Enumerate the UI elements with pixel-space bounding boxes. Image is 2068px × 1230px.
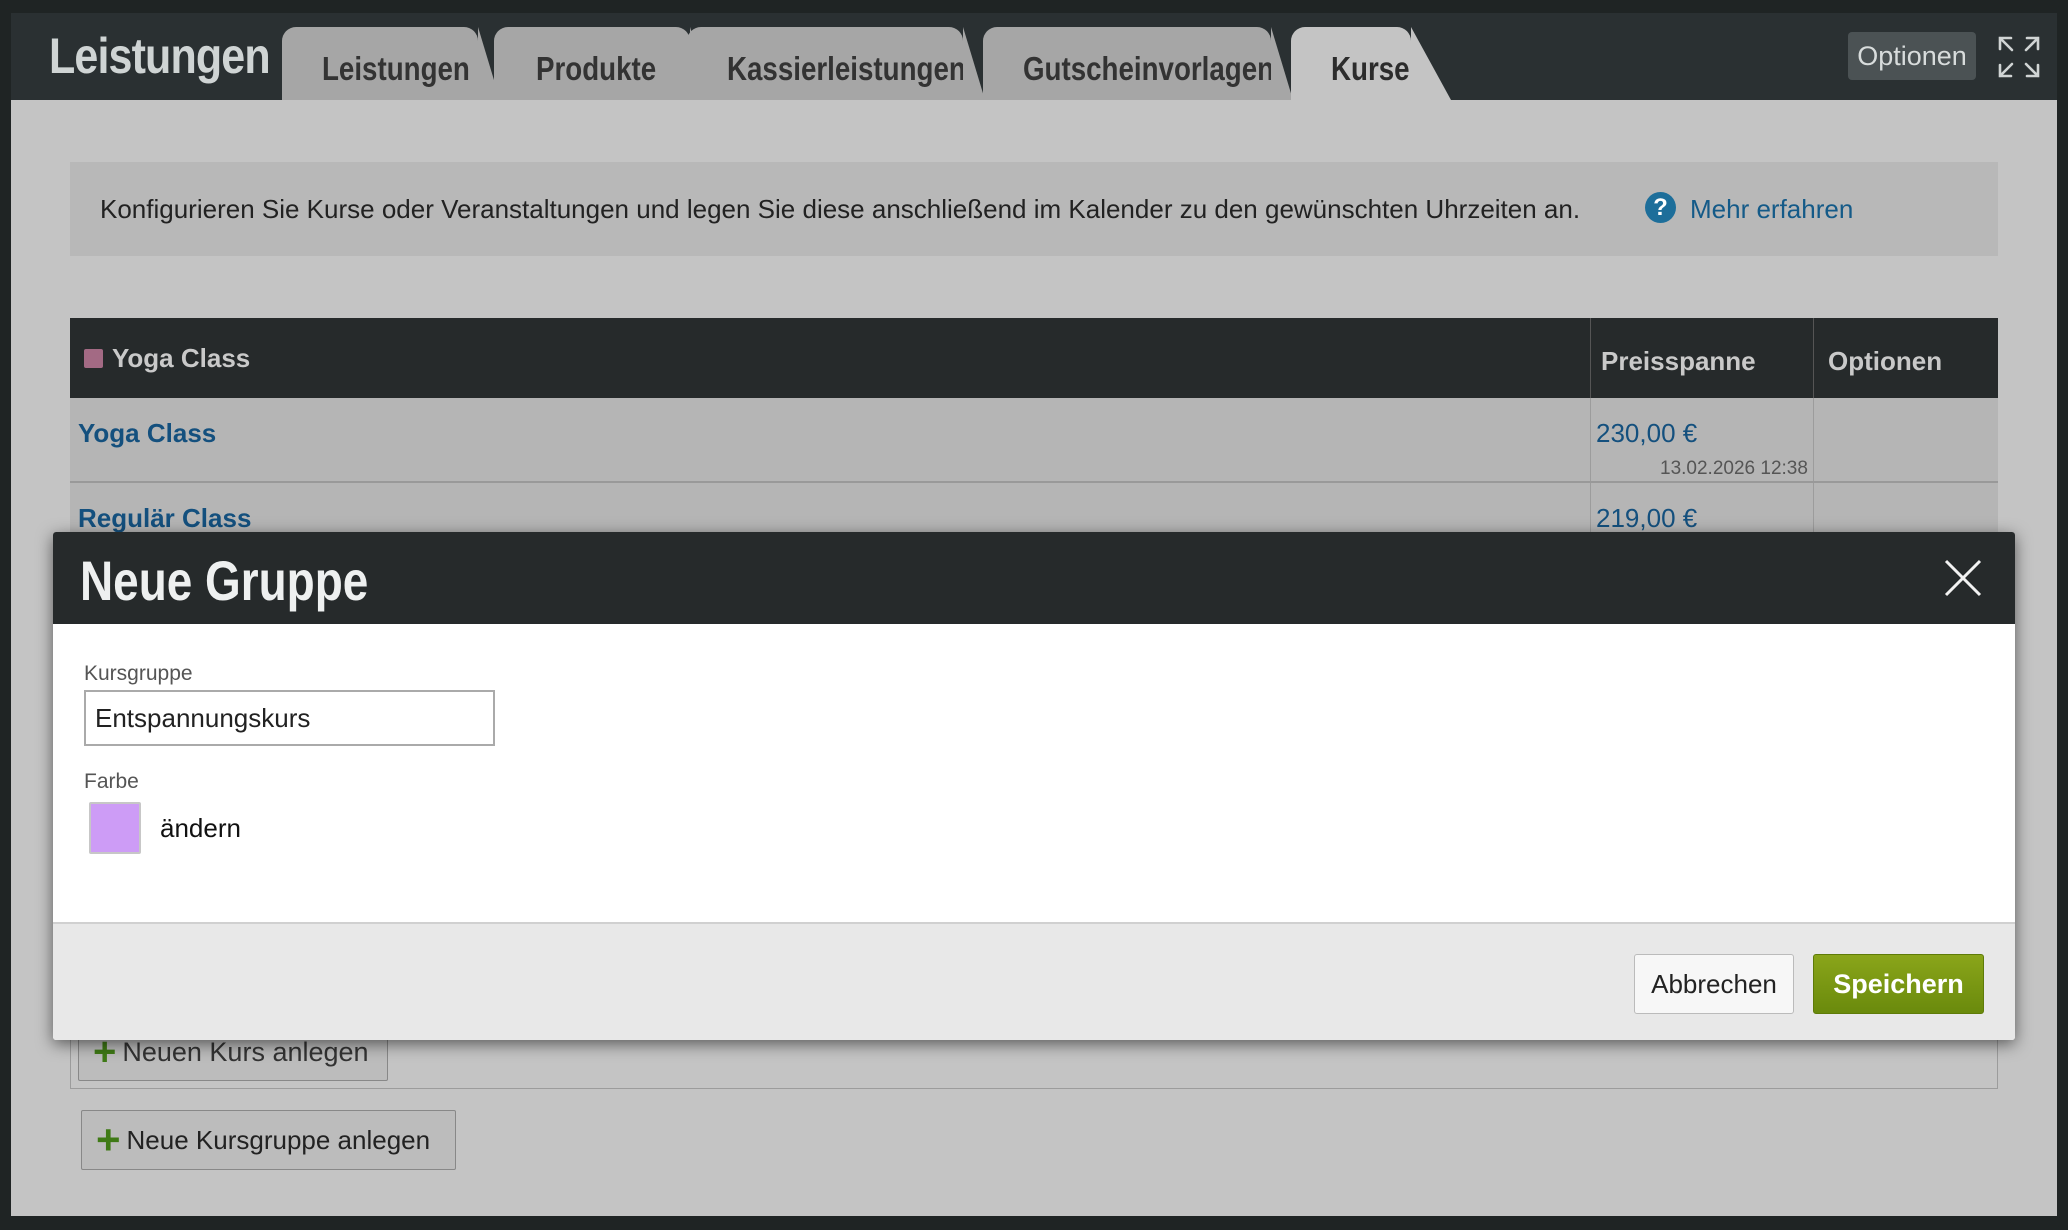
color-label: Farbe — [84, 770, 139, 793]
table-row: Yoga Class 230,00 € 13.02.2026 12:38 — [70, 398, 1998, 483]
course-group-input[interactable] — [84, 690, 495, 746]
column-header-options: Optionen — [1828, 346, 1943, 376]
tab-kassierleistungen[interactable]: Kassierleistungen — [687, 27, 985, 100]
new-course-label: Neuen Kurs anlegen — [122, 1036, 369, 1067]
course-date: 13.02.2026 12:38 — [1660, 458, 1808, 479]
group-color-swatch — [84, 349, 103, 368]
info-banner: Konfigurieren Sie Kurse oder Veranstaltu… — [70, 162, 1998, 256]
dialog-title: Neue Gruppe — [80, 549, 369, 612]
tab-leistungen[interactable]: Leistungen — [282, 27, 500, 100]
options-button[interactable]: Optionen — [1848, 32, 1976, 80]
top-bar: Leistungen Leistungen Produkte Kassierle… — [11, 13, 2057, 100]
page-title: Leistungen — [49, 28, 271, 84]
dialog-footer: Abbrechen Speichern — [53, 922, 2015, 1040]
new-course-group-button[interactable]: + Neue Kursgruppe anlegen — [81, 1110, 456, 1170]
save-button[interactable]: Speichern — [1813, 954, 1984, 1014]
cancel-button[interactable]: Abbrechen — [1634, 954, 1794, 1014]
course-group-label: Kursgruppe — [84, 662, 193, 685]
fullscreen-icon[interactable] — [1997, 35, 2041, 79]
course-name-link[interactable]: Regulär Class — [78, 503, 251, 534]
course-name-link[interactable]: Yoga Class — [78, 418, 216, 449]
tab-gutscheinvorlagen[interactable]: Gutscheinvorlagen — [983, 27, 1293, 100]
plus-icon: + — [96, 1116, 121, 1163]
tab-label: Produkte — [536, 50, 657, 87]
course-table: Yoga Class Preisspanne Optionen Yoga Cla… — [70, 318, 1998, 568]
group-name: Yoga Class — [112, 343, 251, 373]
help-icon[interactable]: ? — [1645, 192, 1676, 223]
new-course-group-label: Neue Kursgruppe anlegen — [126, 1124, 431, 1155]
tab-label: Kurse — [1331, 50, 1410, 87]
tab-label: Gutscheinvorlagen — [1023, 50, 1275, 87]
info-text: Konfigurieren Sie Kurse oder Veranstaltu… — [100, 194, 1581, 224]
learn-more-link[interactable]: Mehr erfahren — [1690, 194, 1853, 225]
column-header-price: Preisspanne — [1601, 346, 1756, 376]
close-icon[interactable] — [1943, 558, 1983, 598]
change-color-link[interactable]: ändern — [160, 813, 241, 844]
tab-label: Kassierleistungen — [727, 50, 966, 87]
table-header: Yoga Class Preisspanne Optionen — [70, 318, 1998, 398]
course-price[interactable]: 219,00 € — [1596, 503, 1697, 534]
new-group-dialog: Neue Gruppe Kursgruppe Farbe ändern Abbr… — [53, 532, 2015, 1040]
tab-kurse[interactable]: Kurse — [1291, 27, 1451, 100]
group-header[interactable]: Yoga Class — [84, 343, 250, 374]
tab-label: Leistungen — [322, 50, 470, 87]
color-swatch[interactable] — [89, 802, 141, 854]
tab-produkte[interactable]: Produkte — [494, 27, 712, 100]
course-price[interactable]: 230,00 € — [1596, 418, 1697, 449]
dialog-header: Neue Gruppe — [53, 532, 2015, 624]
